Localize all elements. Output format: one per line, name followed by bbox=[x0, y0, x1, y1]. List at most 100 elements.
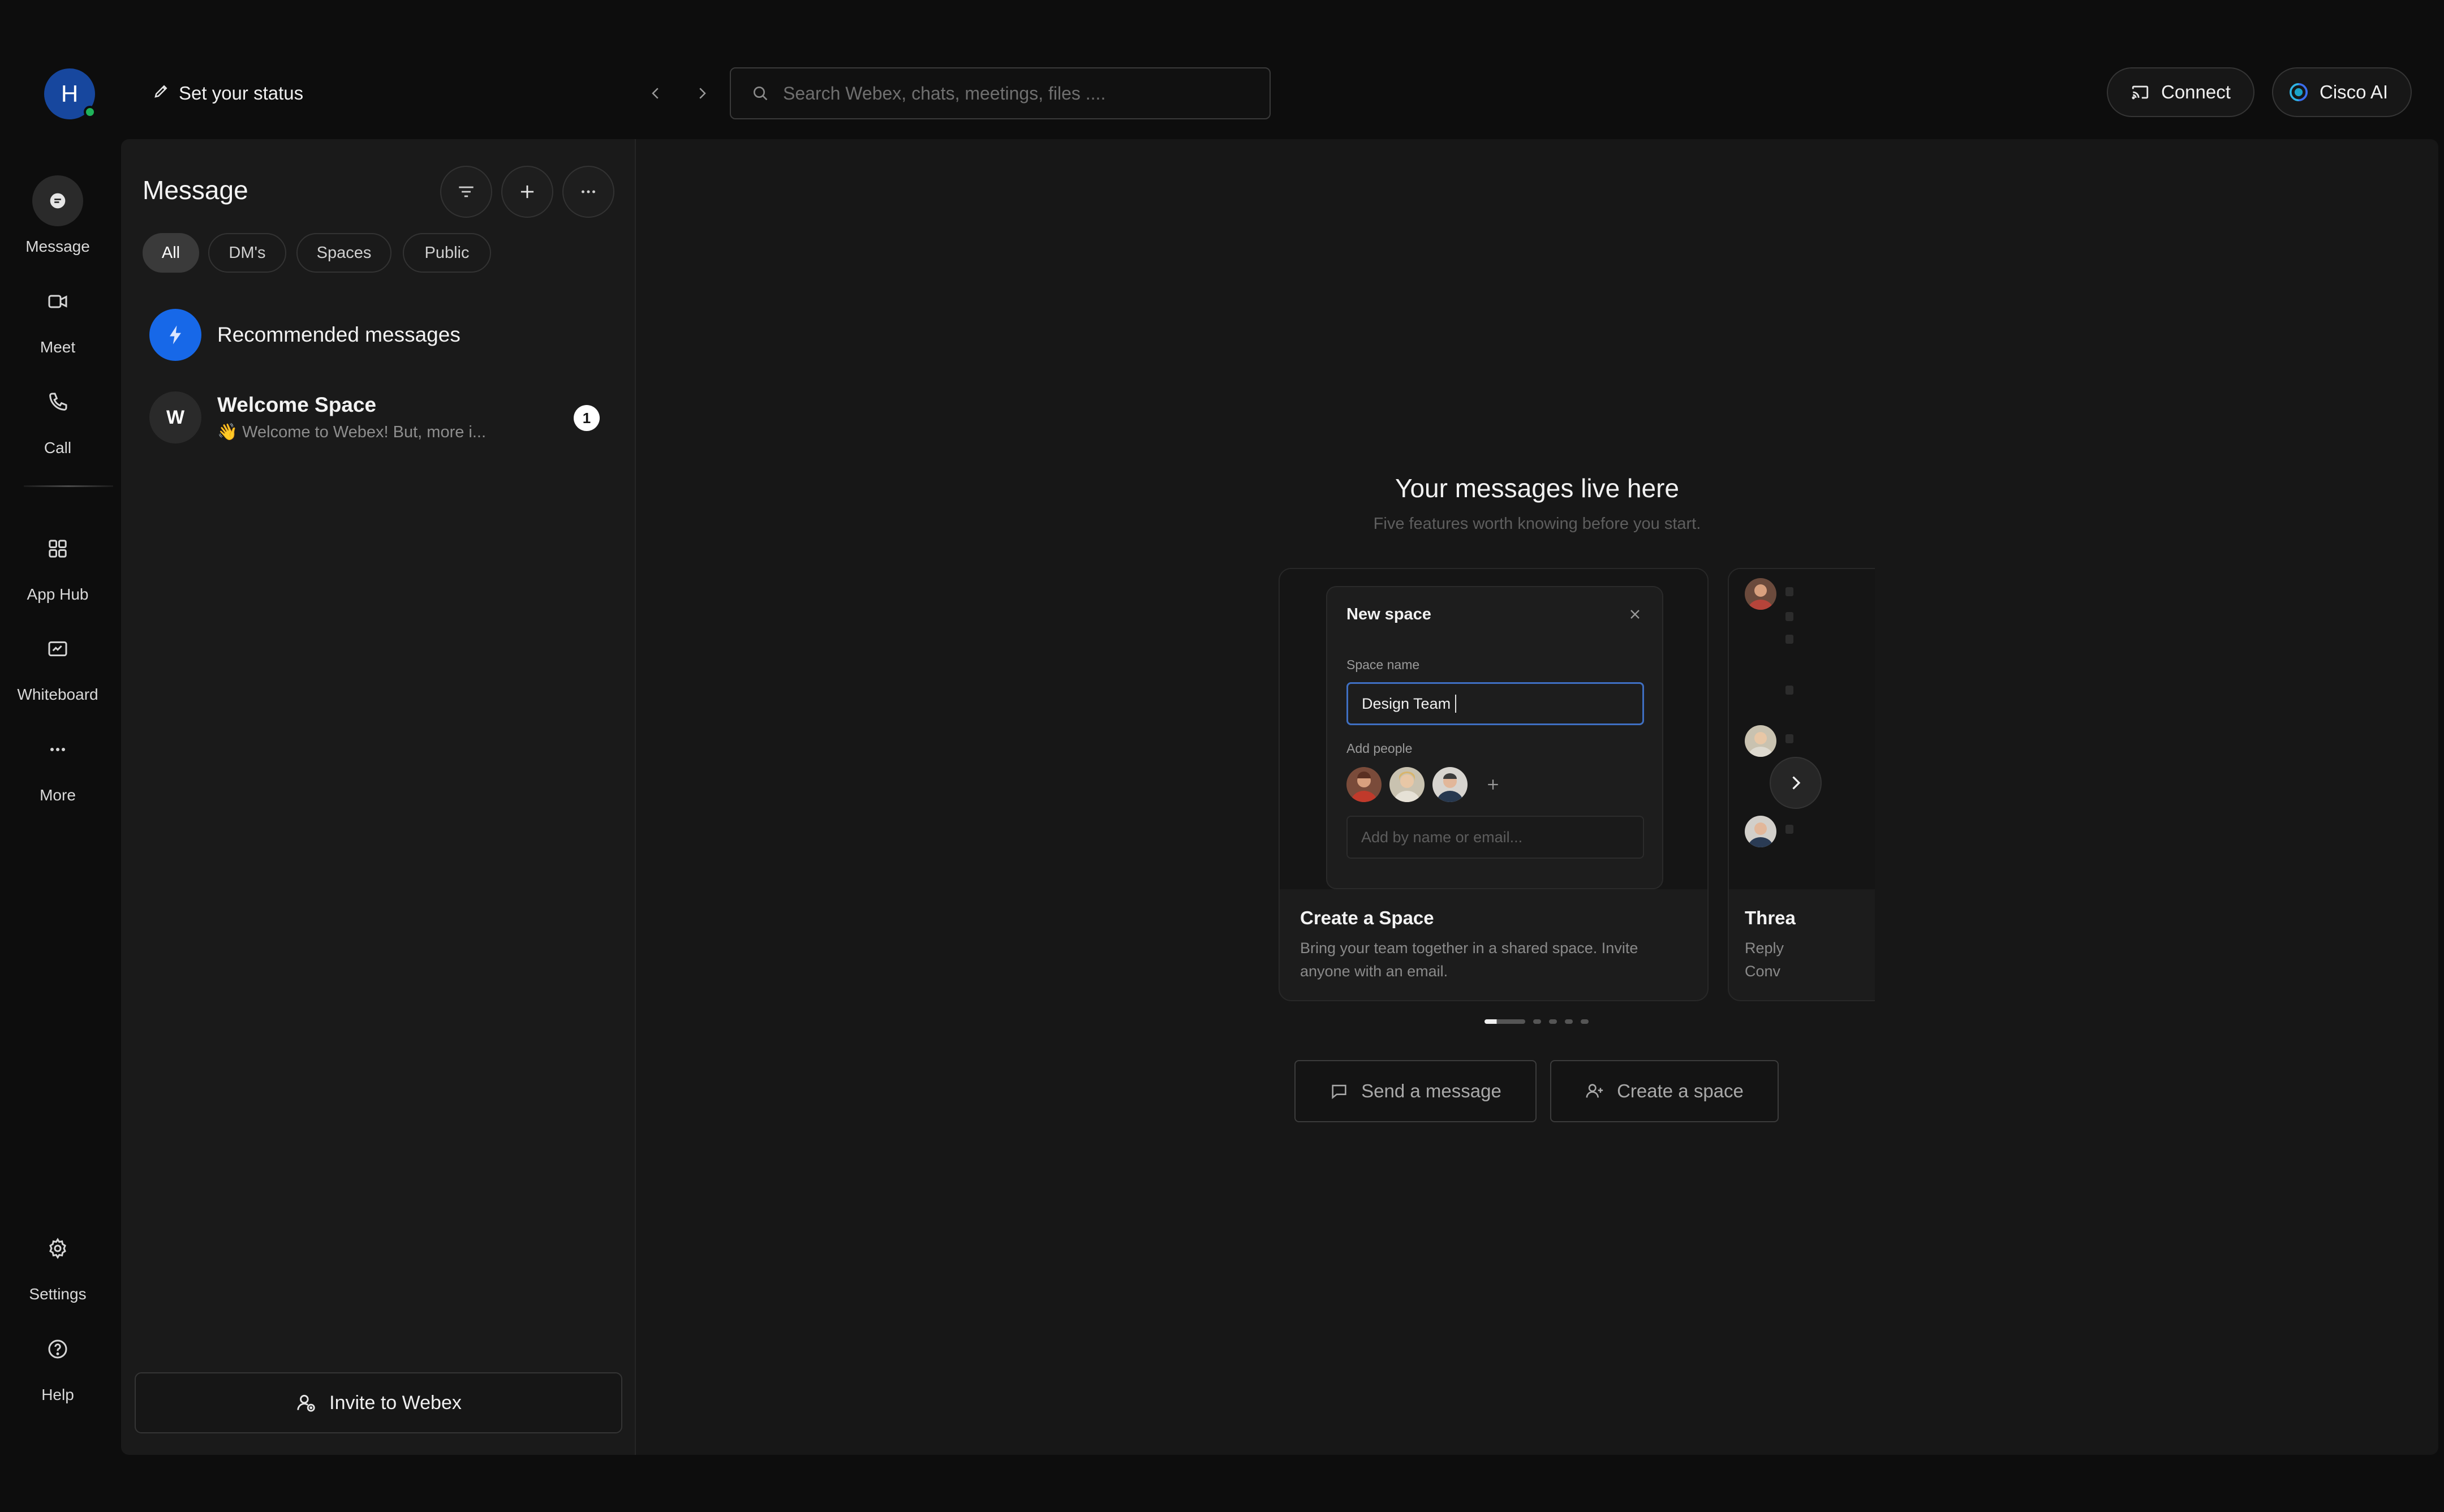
help-icon bbox=[32, 1324, 83, 1375]
cast-icon bbox=[2132, 85, 2149, 100]
space-avatar: W bbox=[149, 391, 201, 443]
conversation-welcome-space[interactable]: W Welcome Space 👋 Welcome to Webex! But,… bbox=[149, 391, 486, 443]
card-preview bbox=[1729, 569, 1875, 889]
rail-label-whiteboard: Whiteboard bbox=[17, 686, 98, 703]
new-space-dialog-preview: New space Space name Design Team Add peo… bbox=[1326, 586, 1663, 889]
invite-button[interactable]: Invite to Webex bbox=[135, 1372, 622, 1433]
filter-chip-dms[interactable]: DM's bbox=[208, 233, 286, 273]
panel-title: Message bbox=[143, 175, 248, 205]
send-message-label: Send a message bbox=[1361, 1080, 1501, 1101]
conversation-preview: 👋 Welcome to Webex! But, more i... bbox=[217, 423, 487, 441]
chat-bubble-icon bbox=[1332, 1084, 1346, 1099]
person-avatar bbox=[1745, 725, 1776, 757]
add-user-icon bbox=[1586, 1084, 1603, 1098]
filter-chip-spaces[interactable]: Spaces bbox=[296, 233, 391, 273]
page-dot[interactable] bbox=[1581, 1019, 1589, 1024]
user-avatar[interactable]: H bbox=[44, 68, 96, 119]
filter-chip-public[interactable]: Public bbox=[403, 233, 491, 273]
preview-text-fragment bbox=[1785, 587, 1793, 596]
app-grid-icon bbox=[32, 523, 83, 574]
rail-label-settings: Settings bbox=[29, 1285, 87, 1303]
search-icon bbox=[754, 87, 768, 101]
space-name-value: Design Team bbox=[1362, 695, 1451, 712]
space-name-label: Space name bbox=[1346, 657, 1420, 672]
connect-button[interactable]: Connect bbox=[2107, 67, 2254, 117]
preview-text-fragment bbox=[1785, 734, 1793, 743]
forward-button[interactable] bbox=[688, 79, 716, 107]
invite-user-icon bbox=[297, 1394, 315, 1412]
message-panel: Message All DM's Spaces Public Recommend… bbox=[121, 139, 636, 1455]
page-dot[interactable] bbox=[1565, 1019, 1573, 1024]
filter-button[interactable] bbox=[440, 166, 492, 218]
set-status-button[interactable]: Set your status bbox=[153, 79, 303, 107]
add-people-label: Add people bbox=[1346, 741, 1413, 756]
new-message-button[interactable] bbox=[501, 166, 553, 218]
add-by-email-field: Add by name or email... bbox=[1346, 816, 1644, 859]
search-input[interactable] bbox=[783, 83, 1247, 104]
rail-item-apphub[interactable]: App Hub bbox=[0, 523, 115, 604]
card-description: Bring your team together in a shared spa… bbox=[1300, 940, 1638, 980]
filter-chip-all[interactable]: All bbox=[143, 233, 199, 273]
set-status-label: Set your status bbox=[179, 83, 304, 104]
conversation-text: Welcome Space 👋 Welcome to Webex! But, m… bbox=[217, 393, 486, 442]
rail-item-help[interactable]: Help bbox=[0, 1324, 115, 1404]
chevron-right-icon bbox=[1792, 776, 1801, 790]
send-message-button[interactable]: Send a message bbox=[1294, 1060, 1537, 1122]
person-avatar bbox=[1745, 578, 1776, 610]
text-caret bbox=[1455, 695, 1457, 713]
rail-item-more[interactable]: More bbox=[0, 724, 115, 804]
space-name-field: Design Team bbox=[1346, 682, 1644, 725]
plus-icon bbox=[520, 185, 534, 199]
rail-item-meet[interactable]: Meet bbox=[0, 276, 115, 356]
search-bar[interactable] bbox=[730, 67, 1271, 119]
rail-label-more: More bbox=[40, 786, 76, 804]
create-space-label: Create a space bbox=[1617, 1080, 1744, 1101]
person-avatar bbox=[1745, 816, 1776, 847]
lightning-icon bbox=[149, 309, 201, 361]
video-icon bbox=[32, 276, 83, 327]
pencil-icon bbox=[153, 83, 170, 104]
person-avatar bbox=[1432, 767, 1468, 802]
card-heading: Threa bbox=[1745, 907, 1796, 928]
preview-text-fragment bbox=[1785, 686, 1793, 695]
person-avatar bbox=[1389, 767, 1425, 802]
rail-item-whiteboard[interactable]: Whiteboard bbox=[0, 623, 115, 704]
cisco-ai-button[interactable]: Cisco AI bbox=[2272, 67, 2412, 117]
rail-label-call: Call bbox=[44, 439, 72, 456]
preview-text-fragment bbox=[1785, 635, 1793, 644]
panel-more-button[interactable] bbox=[562, 166, 614, 218]
add-person-icon bbox=[1475, 767, 1511, 802]
rail-item-settings[interactable]: Settings bbox=[0, 1223, 115, 1303]
webex-app: H Set your status Connect Cisco AI bbox=[0, 0, 2444, 1512]
page-dot[interactable] bbox=[1485, 1019, 1525, 1024]
create-space-button[interactable]: Create a space bbox=[1550, 1060, 1779, 1122]
card-preview: New space Space name Design Team Add peo… bbox=[1280, 569, 1707, 889]
rail-label-message: Message bbox=[25, 238, 90, 255]
dialog-title: New space bbox=[1346, 605, 1431, 623]
chevron-right-icon bbox=[699, 88, 706, 99]
avatar-initial: H bbox=[61, 80, 79, 107]
rail-label-apphub: App Hub bbox=[27, 585, 89, 603]
connect-label: Connect bbox=[2161, 81, 2231, 102]
message-icon bbox=[32, 175, 83, 226]
cisco-ai-label: Cisco AI bbox=[2320, 81, 2389, 102]
feature-card-create-space[interactable]: New space Space name Design Team Add peo… bbox=[1279, 568, 1709, 1001]
recommended-messages[interactable]: Recommended messages bbox=[149, 309, 461, 361]
page-dot[interactable] bbox=[1549, 1019, 1557, 1024]
empty-state-subtitle: Five features worth knowing before you s… bbox=[1373, 515, 1701, 533]
more-horizontal-icon bbox=[32, 724, 83, 775]
phone-icon bbox=[32, 377, 83, 428]
rail-item-message[interactable]: Message bbox=[0, 175, 115, 256]
rail-label-meet: Meet bbox=[40, 338, 76, 356]
carousel-next-button[interactable] bbox=[1770, 757, 1822, 809]
close-icon bbox=[1630, 610, 1640, 619]
gear-icon bbox=[32, 1223, 83, 1274]
chevron-left-icon bbox=[652, 88, 659, 99]
page-dot[interactable] bbox=[1533, 1019, 1541, 1024]
back-button[interactable] bbox=[642, 79, 670, 107]
people-avatars bbox=[1346, 767, 1511, 802]
carousel-pagination bbox=[1485, 1019, 1589, 1024]
person-avatar bbox=[1346, 767, 1382, 802]
cisco-ai-icon bbox=[2290, 83, 2308, 101]
rail-item-call[interactable]: Call bbox=[0, 377, 115, 457]
